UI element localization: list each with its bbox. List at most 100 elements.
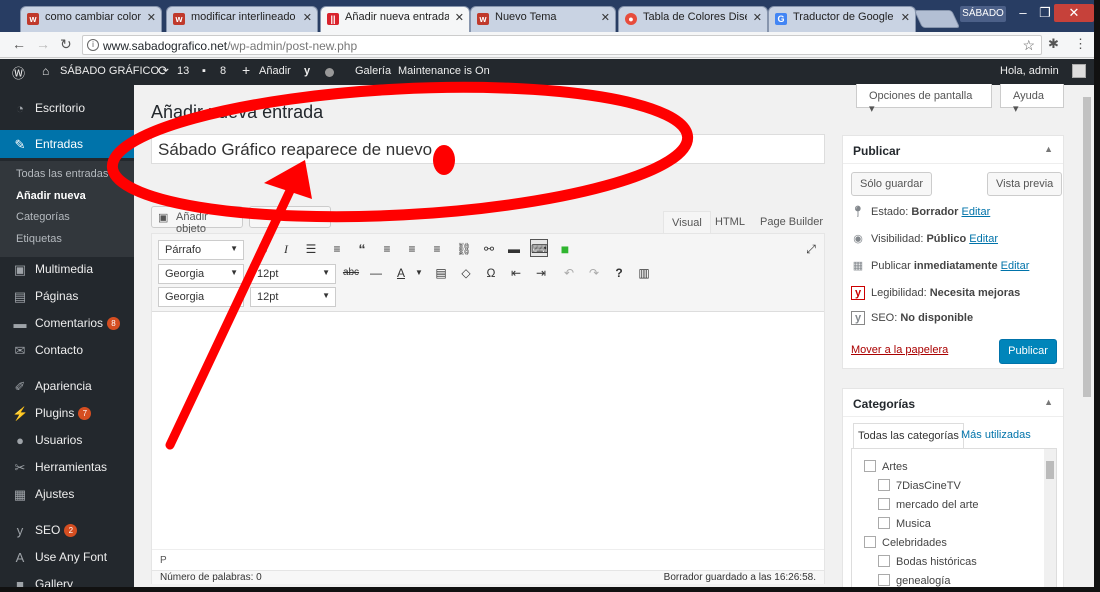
sidebar-item-plugins[interactable]: ⚡ Plugins 7 — [0, 399, 134, 427]
fullscreen-icon[interactable]: ⤢ — [802, 240, 820, 258]
add-media-button[interactable]: ▣ Añadir objeto — [151, 206, 243, 235]
caret-down-icon[interactable]: ▼ — [410, 264, 428, 282]
screen-options-button[interactable]: Opciones de pantalla ▾ — [856, 84, 992, 115]
category-checkbox[interactable] — [864, 536, 876, 548]
category-item[interactable]: genealogía — [878, 574, 950, 587]
indent-icon[interactable]: ⇥ — [532, 264, 550, 282]
sidebar-item-multimedia[interactable]: ▣ Multimedia — [0, 255, 134, 283]
back-icon[interactable]: ← — [12, 36, 26, 52]
tab-close-icon[interactable]: ✕ — [147, 11, 156, 24]
category-checkbox[interactable] — [878, 517, 890, 529]
clear-format-icon[interactable]: ◇ — [457, 264, 475, 282]
category-item[interactable]: Artes — [864, 460, 908, 473]
category-checkbox[interactable] — [864, 460, 876, 472]
submenu-categories[interactable]: Categorías — [16, 211, 70, 223]
extension-icon[interactable]: ✱ — [1048, 36, 1059, 52]
url-input[interactable]: i www.sabadografico.net/wp-admin/post-ne… — [82, 35, 1042, 55]
font-size-select-2[interactable]: 12pt ▼ — [250, 287, 336, 307]
updates-count[interactable]: 13 — [177, 65, 189, 77]
help-button[interactable]: Ayuda ▾ — [1000, 84, 1064, 115]
edit-schedule-link[interactable]: Editar — [1001, 260, 1030, 272]
browser-tab[interactable]: ● Tabla de Colores Diseñ ✕ — [618, 6, 768, 32]
sidebar-item-paginas[interactable]: ▤ Páginas — [0, 282, 134, 310]
horizontal-line-icon[interactable]: — — [367, 264, 385, 282]
help-icon[interactable]: ? — [610, 264, 628, 282]
category-checkbox[interactable] — [878, 574, 890, 586]
home-icon[interactable]: ⌂ — [42, 64, 49, 78]
gallery-link[interactable]: Galería — [355, 65, 391, 77]
sidebar-item-use-any-font[interactable]: A Use Any Font — [0, 543, 134, 571]
tab-page-builder[interactable]: Page Builder — [752, 211, 831, 234]
browser-tab[interactable]: w modificar interlineado d ✕ — [166, 6, 318, 32]
yoast-icon[interactable]: y — [304, 65, 310, 77]
tab-close-icon[interactable]: ✕ — [753, 11, 762, 24]
updates-icon[interactable]: ⟳ — [158, 63, 169, 79]
tab-close-icon[interactable]: ✕ — [901, 11, 910, 24]
sidebar-item-escritorio[interactable]: ◔ Escritorio — [0, 94, 134, 122]
tab-most-used[interactable]: Más utilizadas — [957, 423, 1035, 449]
blockquote-icon[interactable]: “ — [353, 240, 371, 258]
sidebar-item-entradas[interactable]: ✎ Entradas — [0, 130, 134, 158]
sidebar-item-usuarios[interactable]: ● Usuarios — [0, 426, 134, 454]
read-more-icon[interactable]: ▬ — [505, 240, 523, 258]
redo-icon[interactable]: ↷ — [585, 264, 603, 282]
site-name-link[interactable]: SÁBADO GRÁFICO — [60, 65, 159, 77]
unlink-icon[interactable]: ⚯ — [480, 240, 498, 258]
font-family-select[interactable]: Georgia ▼ — [158, 264, 244, 284]
info-icon[interactable]: i — [87, 39, 99, 51]
category-checkbox[interactable] — [878, 479, 890, 491]
profile-badge[interactable]: SÁBADO — [960, 6, 1006, 22]
sidebar-item-herramientas[interactable]: ✂ Herramientas — [0, 453, 134, 481]
caret-up-icon[interactable]: ▲ — [1044, 397, 1053, 407]
caret-up-icon[interactable]: ▲ — [1044, 144, 1053, 154]
paste-text-icon[interactable]: ▤ — [432, 264, 450, 282]
font-family-select-2[interactable]: Georgia — [158, 287, 244, 307]
publish-box-header[interactable]: Publicar ▲ — [843, 136, 1063, 164]
sidebar-item-seo[interactable]: y SEO 2 — [0, 516, 134, 544]
special-char-icon[interactable]: Ω — [482, 264, 500, 282]
post-editor[interactable]: Párrafo ▼ B I ☰ ≡ “ ≡ ≡ ≡ ⛓ ⚯ ▬ ⌨ ■ ⤢ Geo… — [151, 233, 825, 584]
link-icon[interactable]: ⛓ — [455, 240, 473, 258]
category-item[interactable]: Celebridades — [864, 536, 947, 549]
edit-visibility-link[interactable]: Editar — [969, 233, 998, 245]
browser-menu-icon[interactable]: ⋮ — [1074, 36, 1087, 52]
forward-icon[interactable]: → — [36, 36, 50, 52]
sidebar-item-comentarios[interactable]: ▬ Comentarios 8 — [0, 309, 134, 337]
tab-close-icon[interactable]: ✕ — [601, 11, 610, 24]
publish-button[interactable]: Publicar — [999, 339, 1057, 364]
comments-count[interactable]: 8 — [220, 65, 226, 77]
save-draft-button[interactable]: Sólo guardar — [851, 172, 932, 196]
new-tab-button[interactable] — [913, 10, 961, 28]
category-checkbox[interactable] — [878, 498, 890, 510]
category-item[interactable]: 7DiasCineTV — [878, 479, 961, 492]
scrollbar-thumb[interactable] — [1083, 97, 1091, 397]
tab-all-categories[interactable]: Todas las categorías — [853, 423, 964, 449]
sidebar-item-gallery[interactable]: ■ Gallery — [0, 570, 134, 587]
font-size-select[interactable]: 12pt ▼ — [250, 264, 336, 284]
maintenance-link[interactable]: Maintenance is On — [398, 65, 490, 77]
comments-icon[interactable]: ▪ — [202, 65, 206, 77]
outdent-icon[interactable]: ⇤ — [507, 264, 525, 282]
new-content-link[interactable]: Añadir — [259, 65, 291, 77]
submenu-add-new[interactable]: Añadir nueva — [16, 190, 86, 202]
sidebar-item-contacto[interactable]: ✉ Contacto — [0, 336, 134, 364]
browser-tab[interactable]: w Nuevo Tema ✕ — [470, 6, 616, 32]
bullet-list-icon[interactable]: ☰ — [302, 240, 320, 258]
tab-close-icon[interactable]: ✕ — [455, 11, 464, 24]
plus-icon[interactable]: + — [242, 62, 250, 78]
preview-button[interactable]: Vista previa — [987, 172, 1063, 196]
tab-close-icon[interactable]: ✕ — [303, 11, 312, 24]
extra-media-button[interactable] — [249, 206, 331, 228]
browser-tab[interactable]: w como cambiar color títu ✕ — [20, 6, 162, 32]
category-item[interactable]: mercado del arte — [878, 498, 979, 511]
tab-visual[interactable]: Visual — [663, 211, 711, 234]
category-item[interactable]: Musica — [878, 517, 931, 530]
submenu-tags[interactable]: Etiquetas — [16, 233, 62, 245]
wordpress-logo-icon[interactable]: Ⓦ — [12, 63, 25, 82]
categories-box-header[interactable]: Categorías ▲ — [843, 389, 1063, 417]
sidebar-item-ajustes[interactable]: ▦ Ajustes — [0, 480, 134, 508]
greeting[interactable]: Hola, admin — [1000, 65, 1059, 77]
italic-icon[interactable]: I — [277, 240, 295, 258]
strikethrough-icon[interactable]: abc — [342, 264, 360, 282]
edit-status-link[interactable]: Editar — [962, 206, 991, 218]
